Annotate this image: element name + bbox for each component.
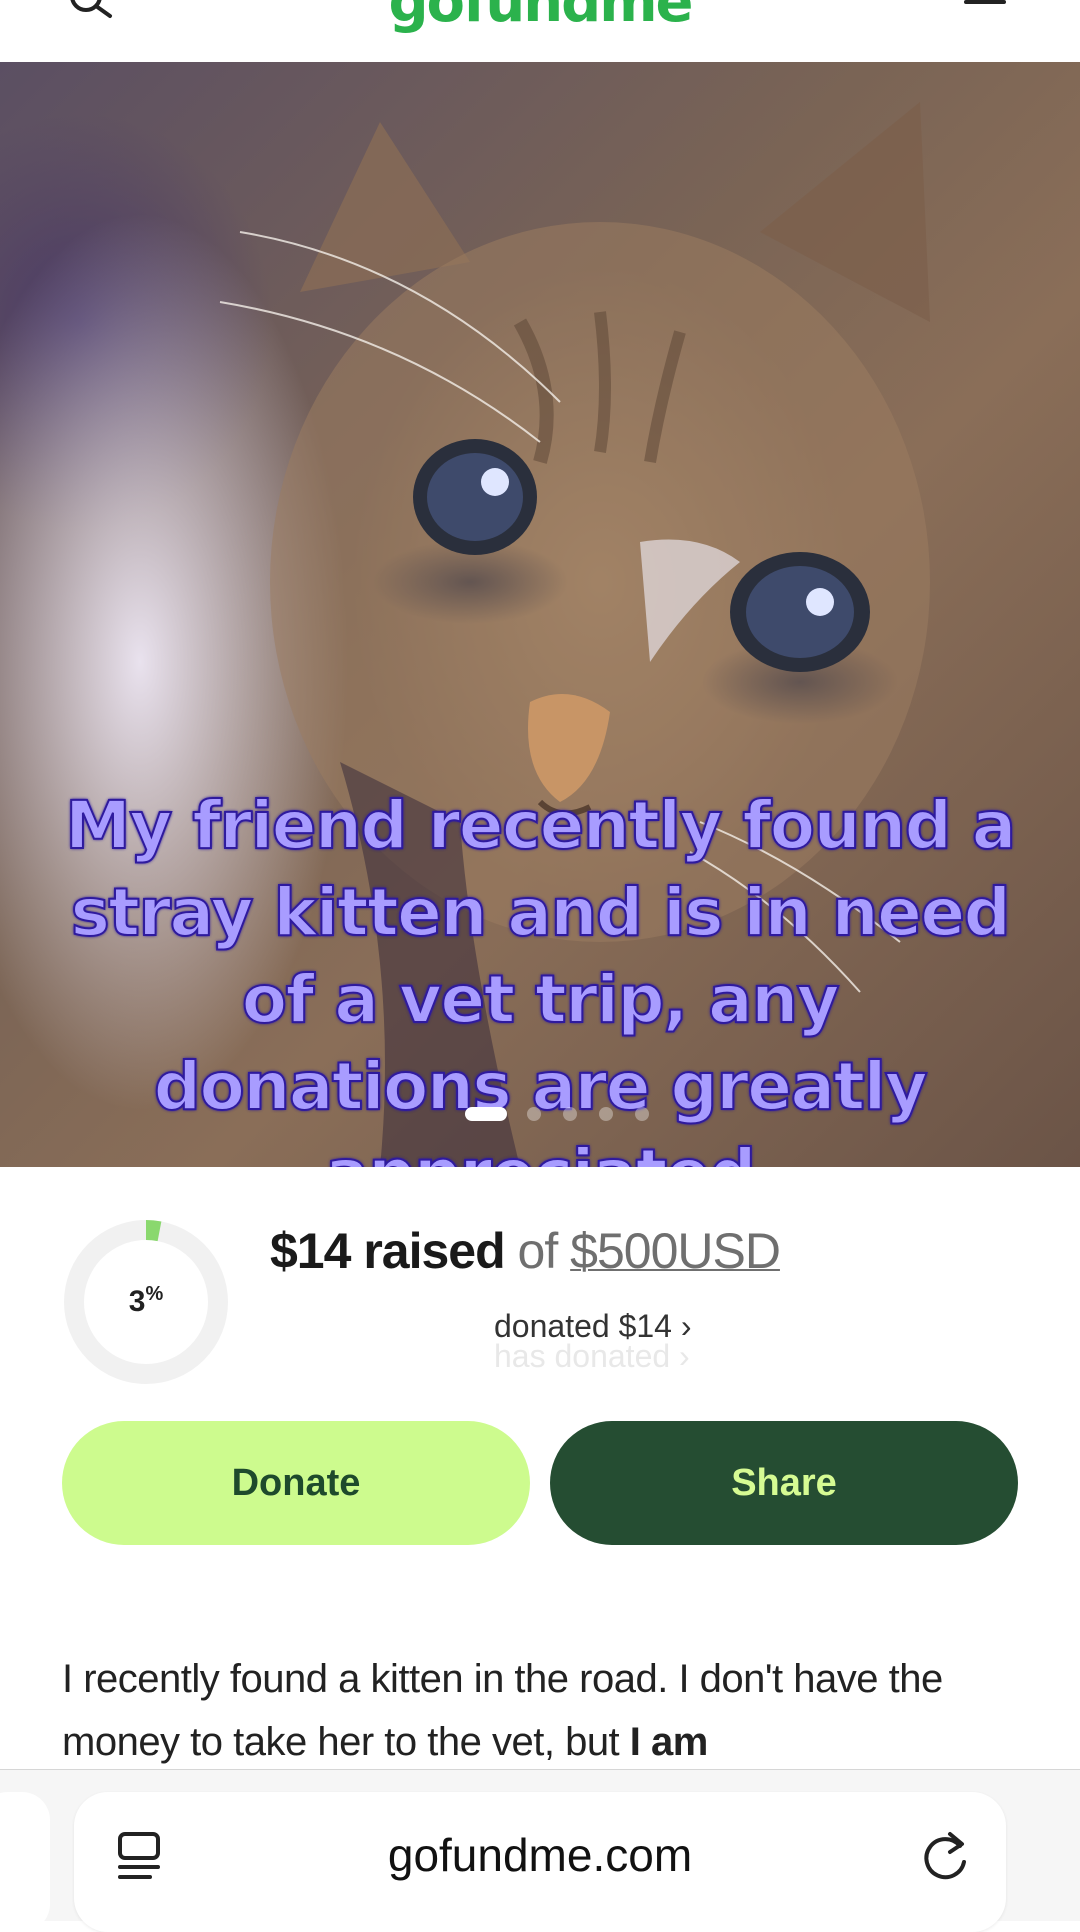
story-text: I recently found a kitten in the road. I… [62, 1657, 943, 1764]
url-text: gofundme.com [387, 1829, 693, 1881]
raised-summary: $14 raised of $500USD [270, 1222, 781, 1280]
story-text-bold: I am [629, 1720, 709, 1764]
carousel-dot-active[interactable] [465, 1107, 507, 1121]
url-field[interactable]: gofundme.com [74, 1792, 1006, 1932]
raised-amount: $14 raised [270, 1223, 506, 1279]
carousel-dot[interactable] [563, 1107, 577, 1121]
site-header: gofundme [0, 0, 1080, 62]
progress-percent-number: 3 [128, 1285, 146, 1318]
progress-percent-sign: % [145, 1283, 164, 1305]
share-button[interactable]: Share [550, 1421, 1018, 1545]
browser-address-bar: gofundme.com [0, 1769, 1080, 1932]
progress-percent-label: 3% [62, 1283, 230, 1319]
gofundme-logo[interactable]: gofundme [0, 0, 1080, 35]
goal-amount-link[interactable]: $500USD [570, 1223, 781, 1279]
raised-of-text: of [517, 1223, 559, 1279]
hero-caption-overlay: My friend recently found a stray kitten … [64, 786, 1017, 1167]
hamburger-menu-icon[interactable] [964, 0, 1006, 12]
campaign-hero-image[interactable]: My friend recently found a stray kitten … [0, 62, 1080, 1167]
recent-donation-link[interactable]: donated $14 › [494, 1308, 692, 1345]
carousel-dot[interactable] [635, 1107, 649, 1121]
donate-button[interactable]: Donate [62, 1421, 530, 1545]
reload-icon[interactable] [920, 1828, 970, 1882]
carousel-dot[interactable] [599, 1107, 613, 1121]
previous-tab-peek[interactable] [0, 1792, 50, 1932]
campaign-story: I recently found a kitten in the road. I… [62, 1648, 1022, 1774]
carousel-dot[interactable] [527, 1107, 541, 1121]
